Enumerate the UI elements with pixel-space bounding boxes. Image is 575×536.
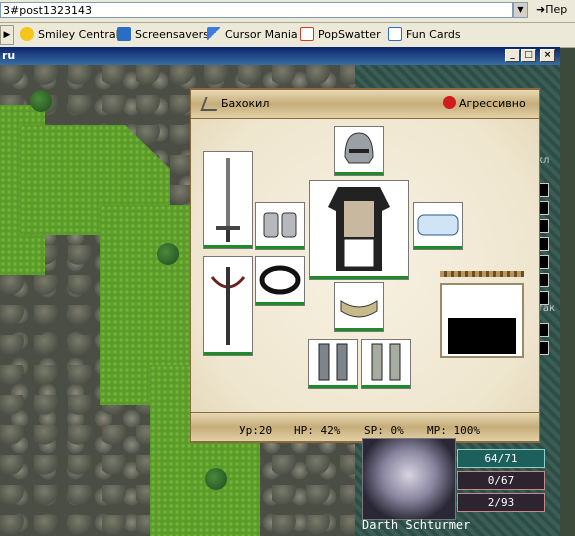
monitor-icon	[117, 27, 131, 41]
armor-icon	[328, 187, 390, 271]
hp-gauge: 64/71	[457, 449, 545, 468]
link-label: Smiley Central	[38, 28, 119, 41]
window-title: ru	[2, 49, 16, 62]
aggressive-stance-icon[interactable]	[443, 96, 456, 109]
link-fun-cards[interactable]: Fun Cards	[388, 27, 461, 43]
slot-durability-bar	[204, 352, 252, 355]
tree-icon	[30, 90, 52, 112]
ranged-slot[interactable]	[203, 256, 253, 356]
link-smiley-central[interactable]: Smiley Central	[20, 27, 119, 43]
helmet-slot[interactable]	[334, 126, 384, 176]
slot-durability-bar	[362, 385, 410, 388]
right-boot-slot[interactable]	[361, 339, 411, 389]
left-boot-slot[interactable]	[308, 339, 358, 389]
avatar[interactable]	[362, 438, 456, 520]
link-popswatter[interactable]: PopSwatter	[300, 27, 381, 43]
popup-icon	[300, 27, 314, 41]
minimize-button[interactable]: _	[505, 49, 520, 62]
slot-durability-bar	[204, 245, 252, 248]
ring-icon	[259, 265, 301, 295]
links-toolbar: ▶ Smiley Central Screensavers Cursor Man…	[0, 23, 575, 48]
bracer-icon	[417, 214, 459, 236]
sp-stat: SP: 0%	[364, 424, 404, 437]
inventory-panel: Бахокил Агрессивно Ур:20 HP: 42% SP: 0% …	[190, 88, 540, 443]
level-stat: Ур:20	[239, 424, 273, 437]
character-name: Darth Schturmer	[362, 518, 471, 532]
slot-durability-bar	[310, 276, 408, 279]
address-dropdown-button[interactable]: ▼	[513, 2, 528, 18]
hp-stat: HP: 42%	[294, 424, 341, 437]
toolbar-chevron-icon[interactable]: ▶	[0, 25, 14, 45]
crossed-swords-icon	[200, 97, 222, 111]
link-label: Cursor Mania	[225, 28, 298, 41]
window-titlebar: ru _ □ ×	[0, 47, 560, 65]
mp-gauge: 2/93	[457, 493, 545, 512]
greave-icon	[318, 343, 348, 381]
sp-gauge: 0/67	[457, 471, 545, 490]
belt-icon	[340, 300, 378, 318]
weapon-slot[interactable]	[203, 151, 253, 249]
armor-slot[interactable]	[309, 180, 409, 280]
slot-durability-bar	[256, 246, 304, 249]
tree-icon	[205, 468, 227, 490]
go-button[interactable]: ➜Пер	[536, 3, 567, 16]
address-bar: 3#post1323143 ▼ ➜Пер	[0, 0, 575, 23]
maximize-button[interactable]: □	[521, 49, 536, 62]
close-button[interactable]: ×	[540, 49, 555, 62]
card-icon	[388, 27, 402, 41]
stance-label[interactable]: Агрессивно	[459, 97, 526, 110]
address-field[interactable]: 3#post1323143	[0, 2, 513, 18]
link-label: PopSwatter	[318, 28, 381, 41]
belt-slot[interactable]	[334, 282, 384, 332]
link-label: Screensavers	[135, 28, 209, 41]
inventory-header: Бахокил Агрессивно	[191, 89, 539, 119]
bracer-slot[interactable]	[413, 202, 463, 250]
helmet-icon	[344, 132, 374, 164]
crossbow-icon	[210, 267, 246, 345]
link-screensavers[interactable]: Screensavers	[117, 27, 209, 43]
slot-durability-bar	[256, 302, 304, 305]
gauntlets-icon	[263, 212, 297, 238]
item-preview-image	[448, 318, 516, 354]
cursor-icon	[207, 27, 221, 41]
ring-slot[interactable]	[255, 256, 305, 306]
go-arrow-icon: ➜	[536, 3, 546, 16]
gloves-slot[interactable]	[255, 202, 305, 250]
link-label: Fun Cards	[406, 28, 461, 41]
slot-durability-bar	[335, 328, 383, 331]
slot-durability-bar	[309, 385, 357, 388]
smiley-icon	[20, 27, 34, 41]
chain-decoration	[440, 271, 524, 277]
slot-durability-bar	[414, 246, 462, 249]
slot-durability-bar	[335, 172, 383, 175]
link-cursor-mania[interactable]: Cursor Mania	[207, 27, 298, 43]
go-label: Пер	[545, 3, 568, 16]
tree-icon	[157, 243, 179, 265]
player-name: Бахокил	[221, 97, 270, 110]
item-preview-box	[440, 283, 524, 358]
mp-stat: MP: 100%	[427, 424, 480, 437]
greave-icon	[371, 343, 401, 381]
sword-icon	[216, 158, 240, 242]
